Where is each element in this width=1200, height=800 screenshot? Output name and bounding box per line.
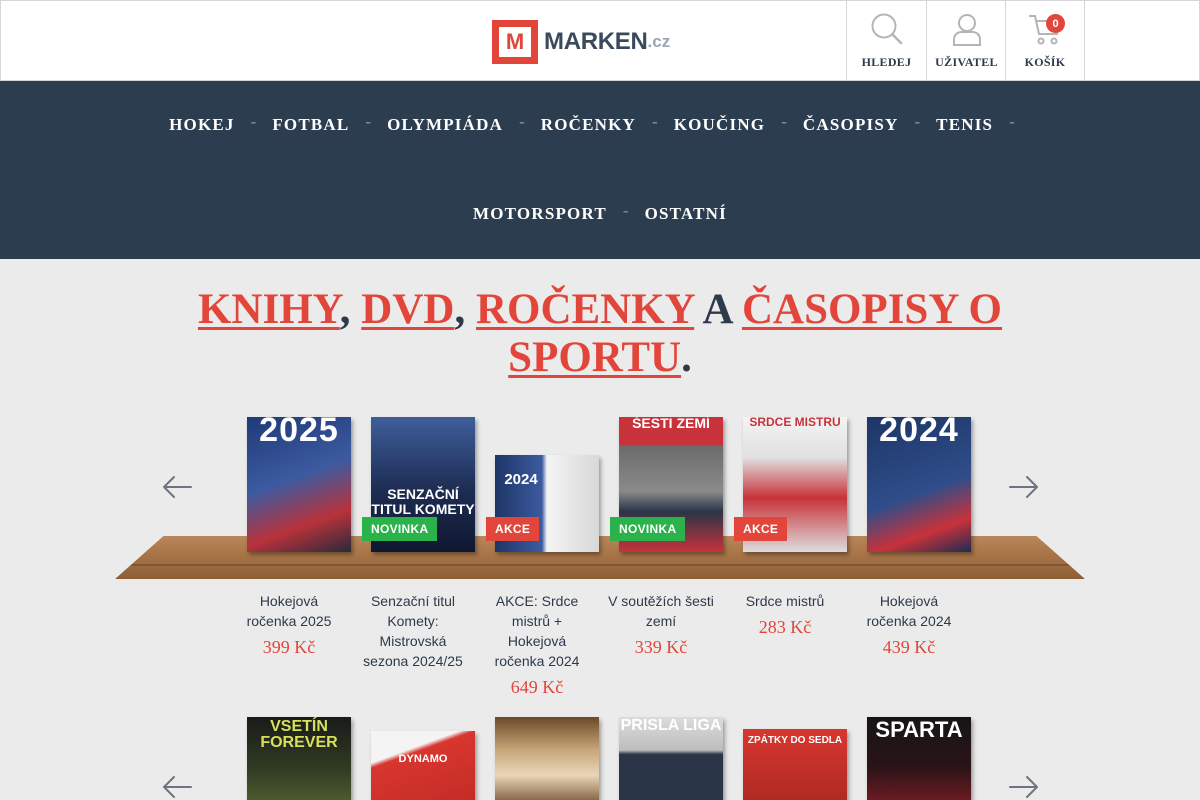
book-cover[interactable]: DYNAMO [371, 731, 475, 800]
logo-tld: .cz [647, 32, 671, 51]
nav-item-hokej[interactable]: HOKEJ [169, 115, 235, 135]
nav-separator: - [250, 112, 257, 131]
arrow-left-icon[interactable] [160, 770, 194, 800]
product-name[interactable]: Srdce mistrů [730, 591, 840, 611]
product-name[interactable]: Senzační titul Komety: Mistrovská sezona… [358, 591, 468, 671]
novinka-badge: NOVINKA [362, 517, 438, 541]
nav-item-kouching[interactable]: KOUČING [674, 115, 766, 135]
nav-row-1: HOKEJ - FOTBAL - OLYMPIÁDA - ROČENKY - K… [0, 110, 1200, 140]
cart-label: KOŠÍK [1024, 55, 1066, 69]
akce-badge: AKCE [486, 517, 540, 541]
nav-item-casopisy[interactable]: ČASOPISY [803, 115, 899, 135]
product-price: 439 Kč [882, 637, 936, 657]
marken-logo[interactable]: M MARKEN .cz [492, 20, 670, 64]
headline-comma: , [339, 286, 362, 333]
search-button[interactable]: HLEDEJ [846, 1, 926, 81]
book-cover[interactable]: PRISLA LIGA [619, 717, 723, 800]
nav-separator: - [1009, 112, 1015, 131]
nav-separator: - [652, 112, 658, 131]
nav-item-motorsport[interactable]: MOTORSPORT [473, 204, 607, 224]
book-cover[interactable]: VSETÍN FOREVER [247, 717, 351, 800]
nav-item-olympiada[interactable]: OLYMPIÁDA [387, 115, 503, 135]
nav-item-tenis[interactable]: TENIS [936, 115, 993, 135]
headline-link-knihy[interactable]: KNIHY [198, 286, 340, 333]
book-cover[interactable]: 2025 [247, 417, 351, 552]
nav-separator: - [519, 112, 525, 131]
arrow-right-icon[interactable] [1007, 470, 1041, 504]
search-icon [867, 11, 907, 47]
product-price: 399 Kč [262, 637, 316, 657]
headline-conjunction: A [694, 286, 742, 333]
logo-letter: M [499, 27, 531, 57]
nav-separator: - [622, 201, 629, 220]
product-price: 339 Kč [634, 637, 688, 657]
nav-item-ostatni[interactable]: OSTATNÍ [645, 204, 727, 224]
user-label: UŽIVATEL [935, 55, 998, 69]
page-headline: KNIHY, DVD, ROČENKY A ČASOPISY O SPORTU. [150, 286, 1050, 382]
product-name[interactable]: Hokejová ročenka 2024 [854, 591, 964, 631]
cover-title: 2025 [259, 417, 339, 449]
nav-item-fotbal[interactable]: FOTBAL [272, 115, 349, 135]
book-cover[interactable]: SPARTA [867, 717, 971, 800]
top-header: M MARKEN .cz HLEDEJ UŽIVATEL 0 KOŠÍK [0, 0, 1200, 81]
nav-separator: - [365, 112, 372, 131]
cover-title: 2024 [879, 417, 959, 449]
cover-title: VSETÍN FOREVER [260, 718, 338, 751]
cover-title: PRISLA LIGA [620, 717, 722, 734]
product-price: 283 Kč [758, 617, 812, 637]
headline-link-dvd[interactable]: DVD [361, 286, 454, 333]
cart-count-badge: 0 [1046, 14, 1065, 33]
cover-title: ŠESTI ZEMÍ [632, 417, 710, 431]
product-name[interactable]: V soutěžích šesti zemí [606, 591, 716, 631]
headline-comma: , [454, 286, 476, 333]
nav-item-rocenky[interactable]: ROČENKY [541, 115, 636, 135]
logo-name: MARKEN [544, 28, 648, 55]
cart-icon: 0 [1025, 11, 1065, 47]
cover-title: ZPÁTKY DO SEDLA [747, 735, 843, 746]
book-cover[interactable]: ZPÁTKY DO SEDLA [743, 729, 847, 800]
user-button[interactable]: UŽIVATEL [926, 1, 1006, 81]
nav-separator: - [781, 112, 787, 131]
arrow-left-icon[interactable] [160, 470, 194, 504]
product-name[interactable]: AKCE: Srdce mistrů + Hokejová ročenka 20… [482, 591, 592, 671]
cart-button[interactable]: 0 KOŠÍK [1005, 1, 1085, 81]
cover-title: SPARTA [875, 717, 963, 742]
book-cover[interactable] [495, 717, 599, 800]
cover-title: SRDCE MISTRŮ [749, 417, 841, 429]
logo-mark: M [492, 20, 538, 64]
headline-period: . [681, 334, 692, 381]
cover-title: 2024 [504, 471, 538, 488]
cover-title: DYNAMO [398, 753, 448, 765]
novinka-badge: NOVINKA [610, 517, 686, 541]
main-navigation: HOKEJ - FOTBAL - OLYMPIÁDA - ROČENKY - K… [0, 81, 1200, 259]
product-name[interactable]: Hokejová ročenka 2025 [234, 591, 344, 631]
nav-separator: - [914, 112, 921, 131]
nav-row-2: MOTORSPORT - OSTATNÍ [0, 199, 1200, 229]
cover-title: SENZAČNÍ TITUL KOMETY [371, 486, 475, 517]
headline-link-rocenky[interactable]: ROČENKY [476, 286, 694, 333]
product-price: 649 Kč [510, 677, 564, 697]
search-label: HLEDEJ [861, 55, 912, 69]
akce-badge: AKCE [734, 517, 788, 541]
arrow-right-icon[interactable] [1007, 770, 1041, 800]
user-icon [947, 11, 987, 47]
book-cover[interactable]: 2024 [867, 417, 971, 552]
